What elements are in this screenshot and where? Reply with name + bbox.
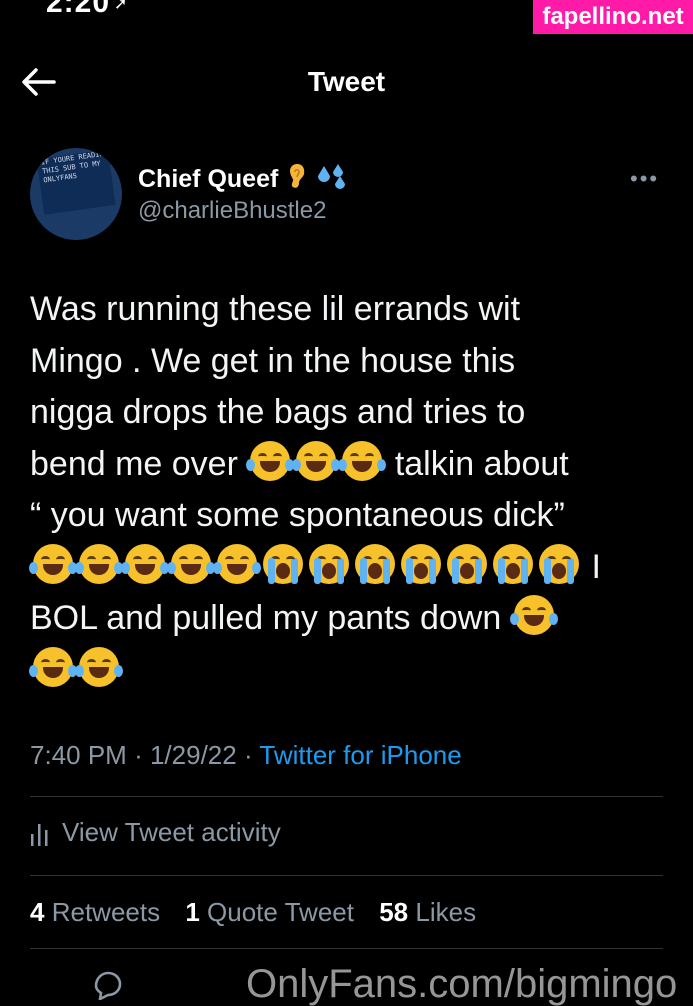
avatar[interactable]: IF YOURE READING THIS SUB TO MY ONLYFANS xyxy=(30,148,122,240)
tweet-date: 1/29/22 xyxy=(149,740,237,770)
loudly-crying-face-icon xyxy=(447,543,487,584)
face-with-tears-of-joy-icon xyxy=(75,543,123,584)
face-with-tears-of-joy-icon xyxy=(29,543,77,584)
loudly-crying-face-icon xyxy=(401,543,441,584)
divider xyxy=(30,875,663,876)
face-with-tears-of-joy-icon xyxy=(75,646,123,687)
author-handle[interactable]: @charlieBhustle2 xyxy=(138,197,326,225)
face-with-tears-of-joy-icon xyxy=(292,440,341,481)
view-tweet-activity-label[interactable]: View Tweet activity xyxy=(62,817,281,848)
retweets-stat[interactable]: 4 Retweets xyxy=(30,897,160,927)
author-name-row[interactable]: Chief Queef xyxy=(138,162,350,197)
avatar-sign-text: IF YOURE READING THIS SUB TO MY ONLYFANS xyxy=(36,149,116,215)
loudly-crying-face-icon xyxy=(263,543,303,584)
loudly-crying-face-icon xyxy=(309,543,349,584)
watermark-top: fapellino.net xyxy=(533,0,693,34)
author-name[interactable]: Chief Queef xyxy=(138,165,278,194)
watermark-bottom: OnlyFans.com/bigmingo xyxy=(246,962,678,1006)
tweet-time: 7:40 PM xyxy=(30,740,127,770)
loudly-crying-face-icon xyxy=(539,543,579,584)
face-with-tears-of-joy-icon xyxy=(29,646,77,687)
ear-emoji-icon xyxy=(288,162,306,197)
loudly-crying-face-icon xyxy=(493,543,533,584)
top-nav: Tweet xyxy=(0,56,693,110)
page-title: Tweet xyxy=(307,66,386,97)
face-with-tears-of-joy-icon xyxy=(246,440,295,481)
engagement-stats: 4 Retweets 1 Quote Tweet 58 Likes xyxy=(30,897,476,928)
location-arrow-icon: ➚ xyxy=(114,0,129,14)
face-with-tears-of-joy-icon xyxy=(167,543,215,584)
face-with-tears-of-joy-icon xyxy=(121,543,169,584)
sweat-droplets-icon xyxy=(316,162,350,197)
reply-icon[interactable] xyxy=(90,970,124,1000)
divider xyxy=(30,948,663,949)
view-tweet-activity[interactable]: View Tweet activity xyxy=(30,817,281,848)
status-time: 2:20 ➚ xyxy=(46,0,128,20)
tweet-meta: 7:40 PM · 1/29/22 · Twitter for iPhone xyxy=(30,740,462,770)
tweet-source-link[interactable]: Twitter for iPhone xyxy=(259,740,461,770)
more-options-icon[interactable]: ••• xyxy=(630,166,659,192)
analytics-icon xyxy=(31,823,48,846)
tweet-text: Was running these lil errands wit Mingo … xyxy=(29,284,650,696)
divider xyxy=(30,796,663,797)
likes-stat[interactable]: 58 Likes xyxy=(379,897,476,927)
face-with-tears-of-joy-icon xyxy=(338,440,387,481)
quotes-stat[interactable]: 1 Quote Tweet xyxy=(185,897,354,927)
loudly-crying-face-icon xyxy=(355,543,395,584)
face-with-tears-of-joy-icon xyxy=(213,543,261,584)
face-with-tears-of-joy-icon xyxy=(509,595,558,635)
